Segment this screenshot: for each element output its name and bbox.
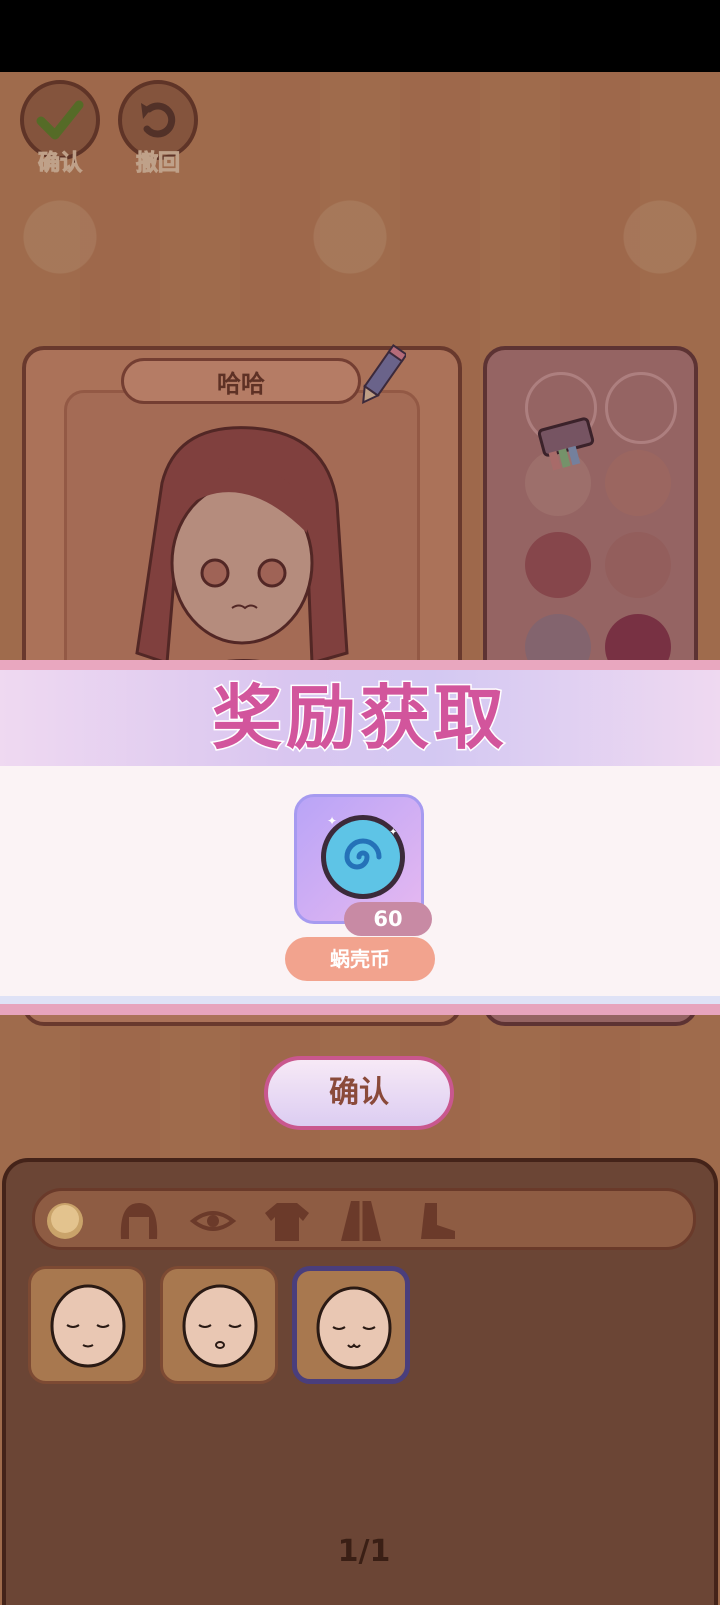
svg-text:✦: ✦ [327,814,337,828]
face-tab-icon[interactable] [41,1199,89,1243]
eye-tab-icon[interactable] [189,1199,237,1243]
wardrobe-panel: 1/1 [2,1158,718,1605]
face-option-preview [50,1284,126,1368]
page-indicator: 1/1 [337,1534,391,1569]
face-option[interactable] [160,1266,278,1384]
reward-band-stripe [0,660,720,670]
reward-dialog: 奖励获取 ✦ ✦ 60 蜗壳币 [0,660,720,1015]
svg-text:✦: ✦ [389,827,397,838]
shoe-tab-icon[interactable] [411,1199,459,1243]
face-option-selected[interactable] [292,1266,410,1384]
reward-confirm-button[interactable]: 确认 [264,1056,454,1130]
category-tab-bar [32,1188,696,1250]
reward-item-name: 蜗壳币 [285,937,435,981]
face-option[interactable] [28,1266,146,1384]
top-tab-icon[interactable] [263,1199,311,1243]
reward-band-bottom [0,996,720,1015]
reward-title: 奖励获取 [211,676,508,761]
status-bar [0,0,720,72]
hair-tab-icon[interactable] [115,1199,163,1243]
snail-coin-icon: ✦ ✦ [321,814,405,899]
dress-tab-icon[interactable] [337,1199,385,1243]
reward-count-badge: 60 [344,902,432,936]
face-option-preview [182,1284,258,1368]
face-option-preview [316,1286,392,1370]
